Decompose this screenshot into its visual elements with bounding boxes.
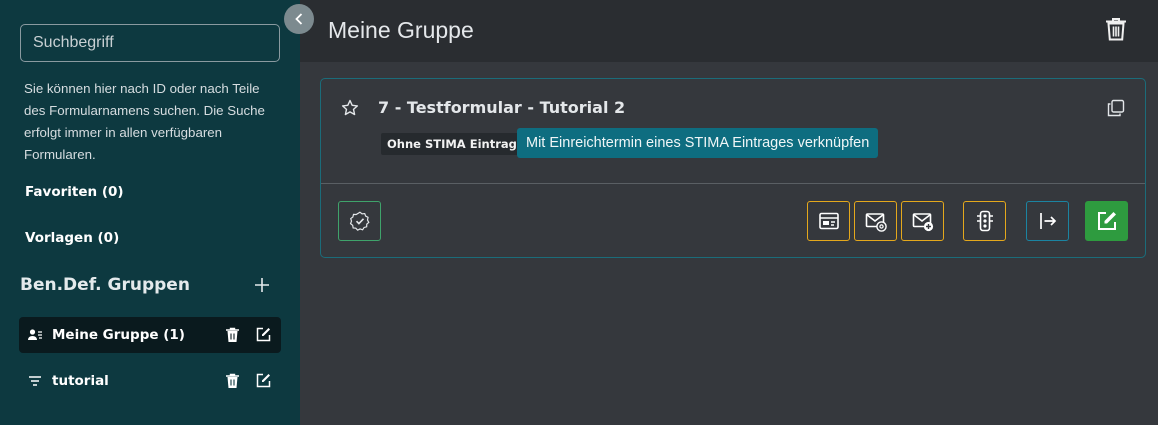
star-icon[interactable] bbox=[341, 99, 359, 117]
traffic-light-button[interactable] bbox=[963, 201, 1006, 241]
filter-icon bbox=[29, 376, 41, 386]
edit-icon[interactable] bbox=[256, 327, 271, 342]
mail-at-icon bbox=[865, 213, 887, 232]
groups-heading: Ben.Def. Gruppen bbox=[20, 275, 190, 295]
group-label: tutorial bbox=[52, 373, 109, 389]
form-card: 7 - Testformular - Tutorial 2 Ohne STIMA… bbox=[320, 78, 1146, 258]
form-title[interactable]: 7 - Testformular - Tutorial 2 bbox=[378, 98, 625, 117]
status-badge: Ohne STIMA Eintrag bbox=[381, 133, 523, 155]
templates-link[interactable]: Vorlagen (0) bbox=[25, 230, 119, 246]
favorites-link[interactable]: Favoriten (0) bbox=[25, 184, 124, 200]
id-card-icon bbox=[818, 212, 839, 230]
group-label: Meine Gruppe (1) bbox=[52, 327, 185, 343]
page-header: Meine Gruppe bbox=[300, 0, 1158, 62]
arrow-right-to-line-icon bbox=[1039, 213, 1056, 229]
edit-icon bbox=[1097, 212, 1116, 230]
sidebar: Sie können hier nach ID oder nach Teile … bbox=[0, 0, 300, 425]
link-stima-button[interactable]: Mit Einreichtermin eines STIMA Eintrages… bbox=[517, 128, 879, 158]
edit-icon[interactable] bbox=[256, 373, 271, 388]
edit-form-button[interactable] bbox=[1085, 201, 1128, 241]
add-group-icon[interactable] bbox=[252, 275, 272, 295]
user-group-icon bbox=[28, 329, 42, 340]
search-help-text: Sie können hier nach ID oder nach Teile … bbox=[24, 81, 265, 162]
delete-group-icon[interactable] bbox=[1105, 17, 1127, 41]
email-add-button[interactable] bbox=[901, 201, 944, 241]
card-divider bbox=[321, 183, 1145, 184]
group-item-tutorial[interactable]: tutorial bbox=[19, 363, 281, 399]
card-view-button[interactable] bbox=[807, 201, 850, 241]
email-at-button[interactable] bbox=[854, 201, 897, 241]
collapse-sidebar-button[interactable] bbox=[284, 4, 314, 34]
page-title: Meine Gruppe bbox=[328, 17, 474, 43]
mail-plus-icon bbox=[912, 213, 933, 232]
verify-button[interactable] bbox=[338, 201, 381, 241]
chevron-left-icon bbox=[295, 13, 303, 25]
trash-icon[interactable] bbox=[225, 327, 240, 343]
trash-icon[interactable] bbox=[225, 373, 240, 389]
group-item-meine-gruppe[interactable]: Meine Gruppe (1) bbox=[19, 317, 281, 353]
traffic-light-icon bbox=[976, 210, 993, 232]
copy-icon[interactable] bbox=[1107, 99, 1125, 117]
badge-check-icon bbox=[349, 211, 370, 231]
open-button[interactable] bbox=[1026, 201, 1069, 241]
search-input[interactable] bbox=[20, 24, 280, 62]
